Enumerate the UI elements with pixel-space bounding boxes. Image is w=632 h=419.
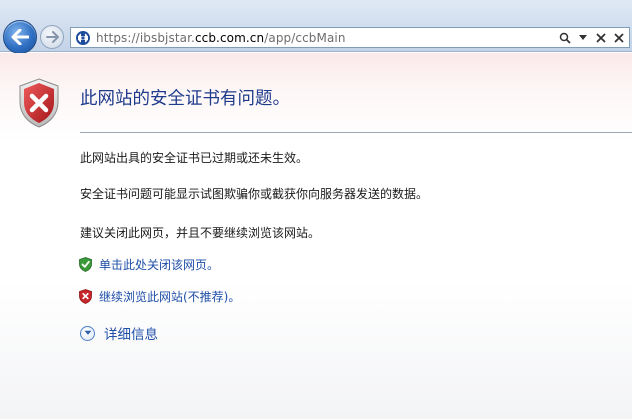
url-path: /app/ccbMain bbox=[264, 30, 346, 45]
more-information-label: 详细信息 bbox=[104, 327, 158, 343]
browser-toolbar: https://ibsbjstar.ccb.com.cn/app/ccbMain bbox=[0, 0, 632, 54]
more-information-toggle[interactable]: 详细信息 bbox=[80, 323, 158, 343]
recommendation-text: 建议关闭此网页，并且不要继续浏览该网站。 bbox=[80, 226, 321, 240]
address-bar-tools bbox=[557, 29, 627, 46]
address-bar[interactable]: https://ibsbjstar.ccb.com.cn/app/ccbMain bbox=[70, 27, 630, 48]
search-icon[interactable] bbox=[557, 29, 573, 46]
forward-button[interactable] bbox=[40, 25, 64, 49]
url-prefix: https://ibsbjstar. bbox=[96, 30, 195, 45]
red-shield-x-icon bbox=[19, 78, 59, 128]
continue-row: 继续浏览此网站(不推荐)。 bbox=[79, 288, 240, 305]
close-page-row: 单击此处关闭该网页。 bbox=[79, 256, 219, 273]
back-button[interactable] bbox=[3, 20, 37, 54]
continue-to-website-link[interactable]: 继续浏览此网站(不推荐)。 bbox=[99, 288, 240, 305]
security-error-icon[interactable] bbox=[593, 29, 609, 46]
page-title: 此网站的安全证书有问题。 bbox=[80, 89, 290, 109]
close-page-link[interactable]: 单击此处关闭该网页。 bbox=[99, 256, 219, 273]
arrow-left-icon bbox=[11, 29, 29, 45]
red-shield-x-icon bbox=[79, 289, 92, 304]
certificate-expired-text: 此网站出具的安全证书已过期或还未生效。 bbox=[80, 151, 309, 165]
security-warning-text: 安全证书问题可能显示试图欺骗你或截获你向服务器发送的数据。 bbox=[80, 187, 429, 201]
chevron-down-circle-icon bbox=[80, 325, 95, 341]
url-text[interactable]: https://ibsbjstar.ccb.com.cn/app/ccbMain bbox=[96, 31, 346, 45]
url-domain: ccb.com.cn bbox=[194, 30, 265, 45]
dropdown-arrow-icon[interactable] bbox=[575, 29, 591, 46]
green-shield-check-icon bbox=[79, 257, 92, 272]
refresh-icon[interactable] bbox=[611, 29, 627, 46]
site-favicon-icon bbox=[75, 30, 91, 46]
arrow-right-icon bbox=[45, 31, 59, 43]
divider bbox=[80, 132, 632, 133]
certificate-error-page: 此网站的安全证书有问题。 此网站出具的安全证书已过期或还未生效。 安全证书问题可… bbox=[0, 53, 632, 419]
